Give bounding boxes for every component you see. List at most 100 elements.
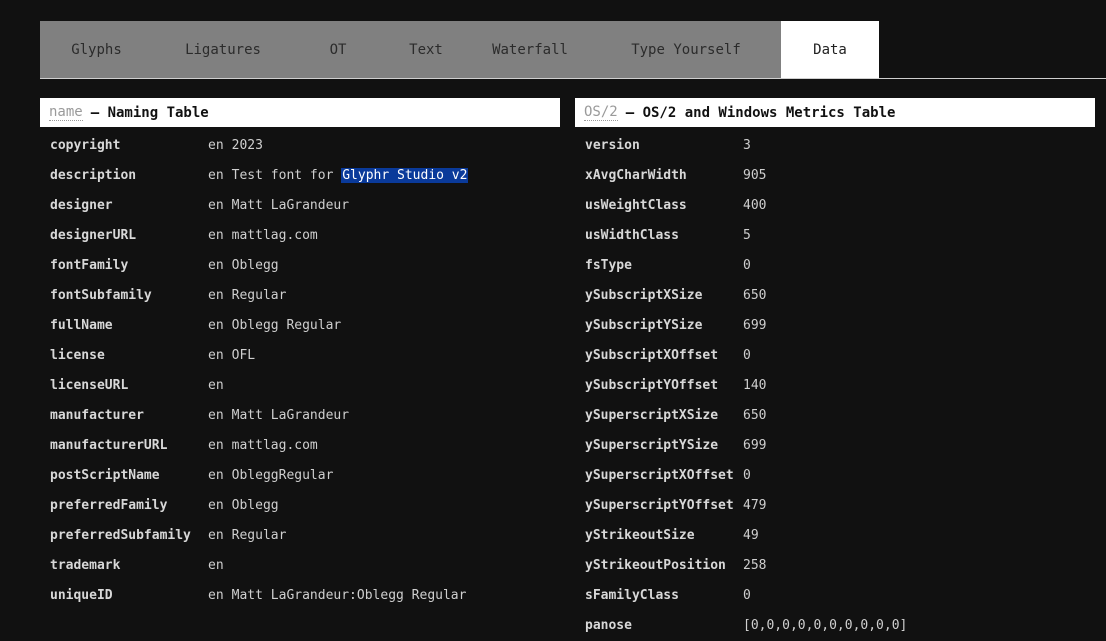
os2-value: 479 bbox=[743, 497, 767, 513]
name-row-license: license en OFL bbox=[40, 340, 560, 370]
name-row-designer: designer en Matt LaGrandeur bbox=[40, 190, 560, 220]
name-key: manufacturerURL bbox=[50, 437, 168, 453]
name-value-cell: en Test font for Glyphr Studio v2 bbox=[208, 167, 469, 183]
name-value: mattlag.com bbox=[231, 437, 318, 453]
tab-glyphs[interactable]: Glyphs bbox=[40, 21, 153, 78]
name-value-cell: en bbox=[208, 558, 232, 573]
os2-key: ySuperscriptXOffset bbox=[585, 467, 734, 483]
name-value-cell: en Oblegg Regular bbox=[208, 318, 341, 333]
os2-row-ySuperscriptYSize: ySuperscriptYSize 699 bbox=[575, 430, 1095, 460]
name-value-cell: en mattlag.com bbox=[208, 438, 318, 453]
os2-row-panose: panose [0,0,0,0,0,0,0,0,0,0] bbox=[575, 610, 1095, 640]
name-key: licenseURL bbox=[50, 377, 129, 393]
language-code: en bbox=[208, 497, 224, 513]
os2-key: ySubscriptXSize bbox=[585, 287, 703, 303]
os2-value: 650 bbox=[743, 407, 767, 423]
name-value: 2023 bbox=[231, 137, 263, 153]
name-row-uniqueID: uniqueID en Matt LaGrandeur:Oblegg Regular bbox=[40, 580, 560, 610]
os2-value: 650 bbox=[743, 287, 767, 303]
name-key: description bbox=[50, 167, 137, 183]
name-value-cell: en 2023 bbox=[208, 138, 263, 153]
name-value: Matt LaGrandeur bbox=[231, 197, 350, 213]
name-row-manufacturer: manufacturer en Matt LaGrandeur bbox=[40, 400, 560, 430]
name-row-preferredFamily: preferredFamily en Oblegg bbox=[40, 490, 560, 520]
tab-text[interactable]: Text bbox=[383, 21, 469, 78]
name-value-cell: en Oblegg bbox=[208, 258, 279, 273]
os2-key: ySubscriptXOffset bbox=[585, 347, 719, 363]
os2-row-usWidthClass: usWidthClass 5 bbox=[575, 220, 1095, 250]
name-key: trademark bbox=[50, 557, 121, 573]
name-value: Matt LaGrandeur bbox=[231, 407, 350, 423]
os2-key: ySuperscriptXSize bbox=[585, 407, 719, 423]
name-value: mattlag.com bbox=[231, 227, 318, 243]
os2-value: 699 bbox=[743, 317, 767, 333]
os2-value: 699 bbox=[743, 437, 767, 453]
naming-table-panel: name – Naming Table copyright en 2023 descr… bbox=[40, 98, 560, 610]
name-value-cell: en Matt LaGrandeur bbox=[208, 408, 349, 423]
os2-row-yStrikeoutPosition: yStrikeoutPosition 258 bbox=[575, 550, 1095, 580]
language-code: en bbox=[208, 587, 224, 603]
os2-value: 49 bbox=[743, 527, 759, 543]
tab-waterfall[interactable]: Waterfall bbox=[469, 21, 591, 78]
language-code: en bbox=[208, 137, 224, 153]
os2-key: panose bbox=[585, 617, 632, 633]
os2-key: xAvgCharWidth bbox=[585, 167, 687, 183]
language-code: en bbox=[208, 167, 224, 183]
name-value-cell: en mattlag.com bbox=[208, 228, 318, 243]
name-row-preferredSubfamily: preferredSubfamily en Regular bbox=[40, 520, 560, 550]
name-row-designerURL: designerURL en mattlag.com bbox=[40, 220, 560, 250]
name-key: preferredSubfamily bbox=[50, 527, 191, 543]
name-value: Regular bbox=[231, 527, 287, 543]
tab-ot[interactable]: OT bbox=[293, 21, 383, 78]
os2-table-title: – OS/2 and Windows Metrics Table bbox=[625, 104, 896, 121]
os2-value: 3 bbox=[743, 137, 751, 153]
os2-value: 400 bbox=[743, 197, 767, 213]
tab-data[interactable]: Data bbox=[781, 21, 879, 78]
os2-table-tag[interactable]: OS/2 bbox=[584, 104, 618, 121]
name-row-postScriptName: postScriptName en ObleggRegular bbox=[40, 460, 560, 490]
name-value-cell: en Matt LaGrandeur bbox=[208, 198, 349, 213]
name-value: OFL bbox=[231, 347, 256, 363]
os2-value: 140 bbox=[743, 377, 767, 393]
language-code: en bbox=[208, 467, 224, 483]
os2-value: 5 bbox=[743, 227, 751, 243]
os2-value: 0 bbox=[743, 347, 751, 363]
naming-table-header: name – Naming Table bbox=[40, 98, 560, 127]
name-key: uniqueID bbox=[50, 587, 113, 603]
os2-row-ySubscriptYSize: ySubscriptYSize 699 bbox=[575, 310, 1095, 340]
name-table-tag[interactable]: name bbox=[49, 104, 83, 121]
naming-table-title: – Naming Table bbox=[90, 104, 209, 121]
language-code: en bbox=[208, 257, 224, 273]
name-key: fontSubfamily bbox=[50, 287, 152, 303]
name-row-copyright: copyright en 2023 bbox=[40, 130, 560, 160]
name-value: ObleggRegular bbox=[231, 467, 334, 483]
name-key: fullName bbox=[50, 317, 113, 333]
os2-row-version: version 3 bbox=[575, 130, 1095, 160]
name-key: designer bbox=[50, 197, 113, 213]
name-value-cell: en Matt LaGrandeur:Oblegg Regular bbox=[208, 588, 466, 603]
name-key: preferredFamily bbox=[50, 497, 168, 513]
os2-key: usWeightClass bbox=[585, 197, 687, 213]
tab-type-yourself[interactable]: Type Yourself bbox=[591, 21, 781, 78]
name-value-cell: en Oblegg bbox=[208, 498, 279, 513]
tab-bar: Glyphs Ligatures OT Text Waterfall Type Yours… bbox=[40, 21, 1106, 79]
language-code: en bbox=[208, 287, 224, 303]
os2-row-ySuperscriptXOffset: ySuperscriptXOffset 0 bbox=[575, 460, 1095, 490]
os2-key: yStrikeoutSize bbox=[585, 527, 695, 543]
os2-key: ySuperscriptYOffset bbox=[585, 497, 734, 513]
naming-table-rows: copyright en 2023 description en Test font fo… bbox=[40, 130, 560, 610]
language-code: en bbox=[208, 317, 224, 333]
os2-key: yStrikeoutPosition bbox=[585, 557, 726, 573]
name-key: designerURL bbox=[50, 227, 137, 243]
tab-ligatures[interactable]: Ligatures bbox=[153, 21, 293, 78]
language-code: en bbox=[208, 437, 224, 453]
name-value: Test font for bbox=[231, 167, 342, 183]
name-value-cell: en OFL bbox=[208, 348, 255, 363]
name-row-licenseURL: licenseURL en bbox=[40, 370, 560, 400]
os2-row-usWeightClass: usWeightClass 400 bbox=[575, 190, 1095, 220]
selected-text[interactable]: Glyphr Studio v2 bbox=[341, 167, 469, 183]
os2-value: 0 bbox=[743, 257, 751, 273]
os2-value: 0 bbox=[743, 467, 751, 483]
name-key: fontFamily bbox=[50, 257, 129, 273]
os2-row-xAvgCharWidth: xAvgCharWidth 905 bbox=[575, 160, 1095, 190]
